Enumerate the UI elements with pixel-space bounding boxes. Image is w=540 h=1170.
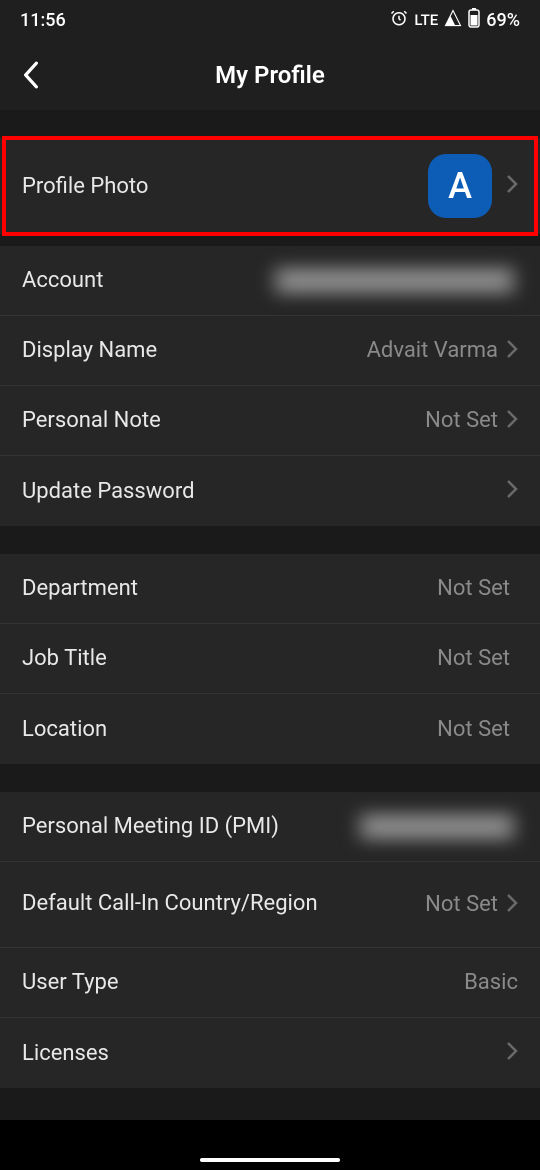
- pmi-row[interactable]: Personal Meeting ID (PMI) ██████████: [0, 792, 540, 862]
- licenses-row[interactable]: Licenses: [0, 1018, 540, 1088]
- chevron-right-icon: [506, 1041, 518, 1065]
- chevron-right-icon: [506, 339, 518, 363]
- network-label: LTE: [414, 11, 438, 29]
- row-value: Not Set: [437, 717, 510, 742]
- status-time: 11:56: [20, 10, 66, 31]
- chevron-right-icon: [506, 409, 518, 433]
- avatar: A: [428, 154, 492, 218]
- user-type-row: User Type Basic: [0, 948, 540, 1018]
- account-row[interactable]: Account ████████████████: [0, 246, 540, 316]
- back-button[interactable]: [20, 60, 42, 90]
- work-section: Department Not Set Job Title Not Set Loc…: [0, 554, 540, 764]
- redacted-value: ██████████: [356, 812, 518, 841]
- header: My Profile: [0, 40, 540, 110]
- update-password-row[interactable]: Update Password: [0, 456, 540, 526]
- row-label: Account: [22, 268, 271, 293]
- row-label: Update Password: [22, 479, 506, 504]
- row-label: Personal Note: [22, 408, 425, 433]
- display-name-row[interactable]: Display Name Advait Varma: [0, 316, 540, 386]
- row-value: Not Set: [437, 576, 510, 601]
- row-label: Job Title: [22, 646, 437, 671]
- row-label: Licenses: [22, 1041, 506, 1066]
- profile-section-1: Profile Photo A: [0, 138, 540, 234]
- home-indicator[interactable]: [200, 1158, 340, 1162]
- profile-section-2: Account ████████████████ Display Name Ad…: [0, 246, 540, 526]
- row-label: Department: [22, 576, 437, 601]
- avatar-initial: A: [448, 165, 472, 207]
- row-label: User Type: [22, 970, 464, 995]
- chevron-right-icon: [506, 893, 518, 917]
- row-label: Default Call-In Country/Region: [22, 890, 425, 919]
- row-value: Not Set: [425, 892, 498, 917]
- nav-bar-area: [0, 1120, 540, 1170]
- battery-percent: 69%: [486, 10, 520, 31]
- alarm-icon: [390, 9, 408, 32]
- profile-photo-row[interactable]: Profile Photo A: [0, 138, 540, 234]
- meeting-section: Personal Meeting ID (PMI) ██████████ Def…: [0, 792, 540, 1088]
- signal-icon: [444, 9, 462, 32]
- status-indicators: LTE 69%: [390, 8, 520, 33]
- status-bar: 11:56 LTE 69%: [0, 0, 540, 40]
- row-value: Not Set: [425, 408, 498, 433]
- row-value: Not Set: [437, 646, 510, 671]
- job-title-row[interactable]: Job Title Not Set: [0, 624, 540, 694]
- location-row[interactable]: Location Not Set: [0, 694, 540, 764]
- chevron-right-icon: [506, 174, 518, 198]
- chevron-right-icon: [506, 479, 518, 503]
- row-label: Display Name: [22, 338, 367, 363]
- row-label: Location: [22, 717, 437, 742]
- row-label: Personal Meeting ID (PMI): [22, 814, 356, 839]
- row-label: Profile Photo: [22, 174, 428, 199]
- battery-icon: [468, 8, 480, 33]
- department-row[interactable]: Department Not Set: [0, 554, 540, 624]
- callin-row[interactable]: Default Call-In Country/Region Not Set: [0, 862, 540, 948]
- page-title: My Profile: [20, 61, 520, 89]
- row-value: Advait Varma: [367, 338, 498, 363]
- personal-note-row[interactable]: Personal Note Not Set: [0, 386, 540, 456]
- row-value: Basic: [464, 970, 518, 995]
- redacted-value: ████████████████: [271, 266, 518, 295]
